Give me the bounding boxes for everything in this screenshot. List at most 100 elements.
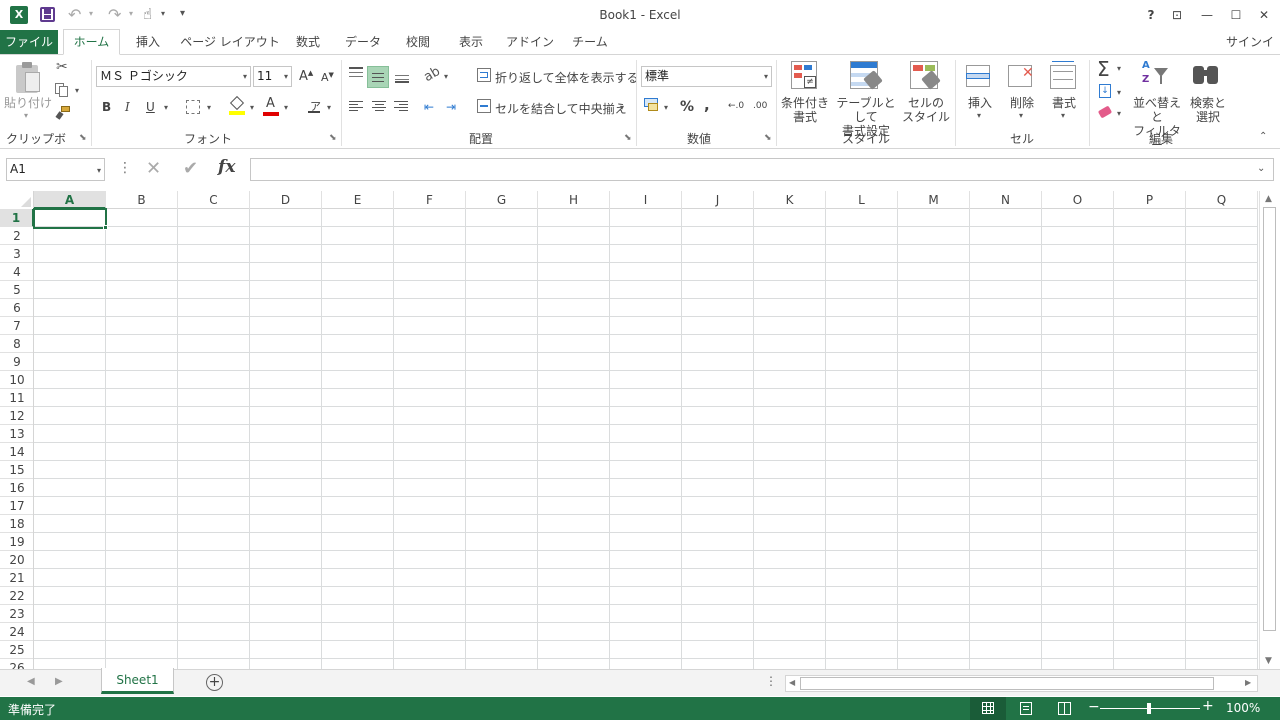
column-header-f[interactable]: F [394,191,466,209]
tab-home[interactable]: ホーム [63,29,120,55]
font-color-dropdown-icon[interactable]: ▾ [284,103,288,112]
delete-cells-button[interactable]: 削除 [1004,96,1040,110]
column-header-n[interactable]: N [970,191,1042,209]
border-icon[interactable] [186,100,200,114]
sort-filter-icon[interactable]: A Z [1142,60,1172,92]
next-sheet-icon[interactable]: ▶ [55,676,63,687]
decrease-decimal-button[interactable]: .00 [753,101,767,111]
underline-dropdown-icon[interactable]: ▾ [164,103,168,112]
column-header-k[interactable]: K [754,191,826,209]
increase-decimal-button[interactable]: ←.0 [728,101,744,111]
insert-dropdown-icon[interactable]: ▾ [977,111,981,120]
tab-team[interactable]: チーム [567,30,613,54]
fill-dropdown-icon[interactable]: ▾ [1117,88,1121,97]
row-header-25[interactable]: 25 [0,641,33,659]
row-header-12[interactable]: 12 [0,407,33,425]
expand-formula-bar-icon[interactable]: ⌄ [1257,163,1265,174]
tab-review[interactable]: 校閲 [397,30,439,54]
scroll-left-icon[interactable]: ◀ [789,678,795,687]
format-as-table-icon[interactable] [850,61,883,93]
collapse-ribbon-icon[interactable]: ⌃ [1259,131,1267,142]
font-size-select[interactable]: 11 ▾ [253,66,292,87]
merge-center-button[interactable]: セルを結合して中央揃え [495,100,627,117]
maximize-button[interactable]: ☐ [1225,4,1247,26]
row-header-15[interactable]: 15 [0,461,33,479]
underline-button[interactable]: U [146,100,155,114]
paste-button[interactable]: 貼り付け [4,96,52,110]
close-button[interactable]: ✕ [1253,4,1275,26]
column-header-d[interactable]: D [250,191,322,209]
row-header-8[interactable]: 8 [0,335,33,353]
row-header-20[interactable]: 20 [0,551,33,569]
wrap-text-icon[interactable] [477,68,491,82]
formula-bar-options-icon[interactable]: ⋮ [118,160,132,176]
row-header-26[interactable]: 26 [0,659,33,669]
cell-styles-icon[interactable] [910,61,942,93]
merge-dropdown-icon[interactable]: ▾ [620,103,624,112]
align-top-icon[interactable] [349,67,363,81]
tab-insert[interactable]: 挿入 [128,30,168,54]
row-header-9[interactable]: 9 [0,353,33,371]
number-launcher-icon[interactable]: ⬊ [764,133,772,143]
alignment-launcher-icon[interactable]: ⬊ [624,133,632,143]
zoom-in-icon[interactable]: + [1202,698,1214,714]
paste-icon[interactable] [14,62,42,94]
minimize-button[interactable]: — [1196,4,1218,26]
tab-page-layout[interactable]: ページ レイアウト [180,30,280,54]
normal-view-icon[interactable] [970,697,1006,720]
zoom-slider[interactable] [1100,703,1200,714]
find-select-button[interactable]: 検索と 選択 [1186,96,1230,124]
ribbon-display-options-icon[interactable]: ⊡ [1166,4,1188,26]
vertical-scrollbar[interactable]: ▲ ▼ [1259,191,1280,669]
conditional-formatting-button[interactable]: 条件付き 書式 [779,96,831,124]
name-box[interactable]: A1 ▾ [6,158,105,181]
column-header-h[interactable]: H [538,191,610,209]
copy-dropdown-icon[interactable]: ▾ [75,86,79,95]
clipboard-launcher-icon[interactable]: ⬊ [79,133,87,143]
orientation-dropdown-icon[interactable]: ▾ [444,72,448,81]
column-header-m[interactable]: M [898,191,970,209]
row-header-19[interactable]: 19 [0,533,33,551]
insert-function-icon[interactable]: fx [218,157,235,177]
scroll-up-icon[interactable]: ▲ [1265,194,1272,204]
zoom-out-icon[interactable]: − [1088,699,1100,715]
italic-button[interactable]: I [125,100,130,114]
scroll-right-icon[interactable]: ▶ [1245,678,1251,687]
row-header-3[interactable]: 3 [0,245,33,263]
row-header-4[interactable]: 4 [0,263,33,281]
cut-icon[interactable]: ✂ [56,59,68,75]
increase-indent-icon[interactable]: ⇥ [446,100,456,114]
column-header-i[interactable]: I [610,191,682,209]
grow-font-icon[interactable]: A▲ [299,69,313,84]
fill-color-icon[interactable] [229,95,245,115]
column-header-p[interactable]: P [1114,191,1186,209]
format-dropdown-icon[interactable]: ▾ [1061,111,1065,120]
align-right-icon[interactable] [394,101,408,113]
border-dropdown-icon[interactable]: ▾ [207,103,211,112]
phonetic-dropdown-icon[interactable]: ▾ [327,103,331,112]
conditional-formatting-icon[interactable]: ≠ [791,61,821,93]
row-header-24[interactable]: 24 [0,623,33,641]
copy-icon[interactable] [55,83,69,97]
tab-file[interactable]: ファイル [0,30,58,54]
column-header-g[interactable]: G [466,191,538,209]
prev-sheet-icon[interactable]: ◀ [27,676,35,687]
align-middle-icon[interactable] [367,66,389,88]
column-header-o[interactable]: O [1042,191,1114,209]
formula-input[interactable] [250,158,1274,181]
row-header-1[interactable]: 1 [0,209,33,227]
row-header-23[interactable]: 23 [0,605,33,623]
fill-color-dropdown-icon[interactable]: ▾ [250,103,254,112]
enter-icon[interactable]: ✔ [183,158,198,179]
cell-styles-button[interactable]: セルの スタイル [900,96,952,124]
column-header-j[interactable]: J [682,191,754,209]
tab-data[interactable]: データ [340,30,386,54]
format-painter-icon[interactable] [55,106,72,120]
row-header-10[interactable]: 10 [0,371,33,389]
active-cell-a1[interactable] [33,208,107,229]
cell-grid[interactable] [34,209,1258,669]
comma-button[interactable]: , [704,96,710,114]
shrink-font-icon[interactable]: A▼ [321,71,334,84]
vertical-scroll-thumb[interactable] [1263,207,1276,631]
row-header-13[interactable]: 13 [0,425,33,443]
